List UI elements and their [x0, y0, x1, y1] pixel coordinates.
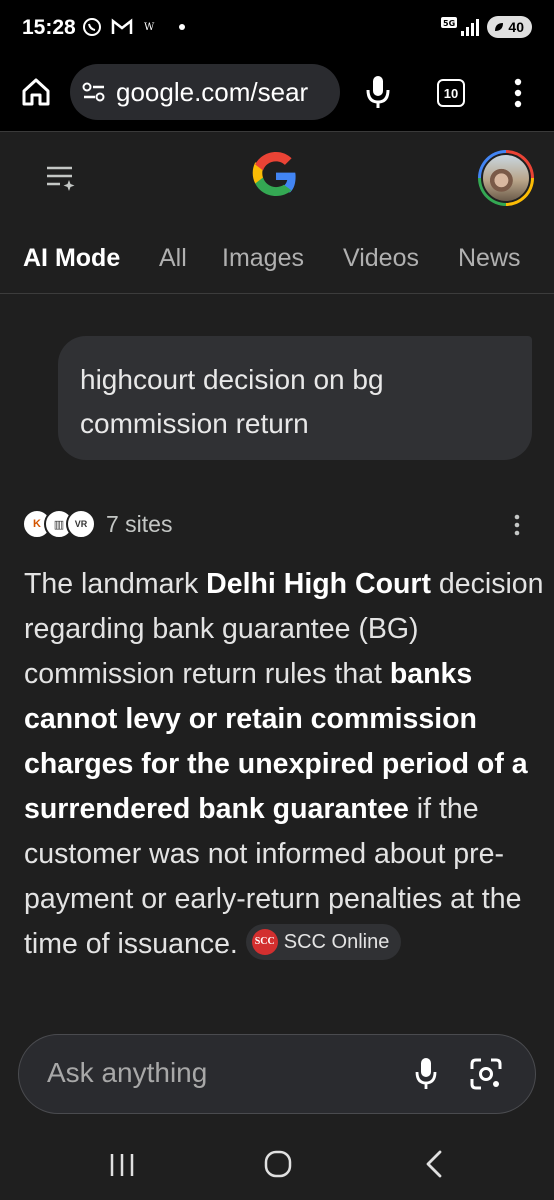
tab-news[interactable]: News — [458, 244, 521, 273]
sources-count: 7 sites — [106, 510, 173, 537]
tab-videos[interactable]: Videos — [343, 244, 419, 273]
sources-row[interactable]: K ▥ VR 7 sites — [22, 506, 172, 542]
citation-chip[interactable]: SCC SCC Online — [245, 924, 402, 961]
overflow-menu-icon[interactable] — [510, 78, 526, 108]
home-nav-icon[interactable] — [264, 1150, 292, 1178]
answer-text: The landmark — [24, 568, 207, 600]
url-text: google.com/sear — [116, 76, 309, 107]
user-query-text: highcourt decision on bg commission retu… — [80, 364, 384, 439]
google-logo-icon[interactable] — [252, 152, 300, 200]
answer-bold-text: Delhi High Court — [206, 568, 431, 600]
signal-5g-icon: 5G — [441, 17, 480, 36]
voice-search-icon[interactable] — [364, 74, 392, 110]
leaf-icon — [495, 23, 504, 31]
microphone-icon[interactable] — [415, 1057, 437, 1091]
tab-count: 10 — [443, 85, 459, 101]
ai-answer-text: The landmark Delhi High Court decision r… — [24, 562, 544, 967]
notification-icons: W — [82, 17, 185, 37]
more-options-icon[interactable] — [512, 514, 522, 536]
status-time: 15:28 — [22, 16, 76, 39]
address-bar[interactable]: google.com/sear — [70, 64, 340, 120]
tab-images[interactable]: Images — [222, 244, 304, 273]
tab-switcher-button[interactable]: 10 — [437, 79, 465, 107]
site-settings-icon[interactable] — [80, 78, 108, 106]
status-bar: 15:28 W 5G 40 — [0, 0, 554, 58]
history-menu-icon[interactable] — [44, 160, 78, 194]
tab-ai-mode[interactable]: AI Mode — [23, 244, 120, 273]
back-icon[interactable] — [424, 1150, 444, 1178]
status-right: 5G 40 — [441, 16, 532, 38]
battery-indicator: 40 — [487, 16, 532, 38]
lens-camera-icon[interactable] — [469, 1057, 503, 1091]
recents-icon[interactable] — [108, 1152, 136, 1178]
more-notifications-dot — [179, 24, 185, 30]
tab-all[interactable]: All — [159, 244, 187, 273]
svg-text:W: W — [144, 22, 155, 33]
system-navigation-bar — [0, 1130, 554, 1200]
gmail-icon — [111, 18, 133, 34]
search-mode-tabs: AI Mode All Images Videos News — [0, 236, 554, 294]
user-query-bubble: highcourt decision on bg commission retu… — [58, 336, 532, 460]
google-header — [0, 132, 554, 228]
home-icon[interactable] — [20, 76, 52, 108]
scc-logo-icon: SCC — [251, 929, 278, 956]
ask-input-placeholder[interactable]: Ask anything — [47, 1057, 207, 1089]
ask-input-bar[interactable]: Ask anything — [18, 1034, 536, 1114]
source-favicon: VR — [66, 509, 96, 539]
app-notification-icon: W — [144, 22, 155, 33]
citation-label: SCC Online — [283, 931, 390, 954]
svg-text:5G: 5G — [443, 19, 455, 28]
avatar-photo — [481, 153, 531, 203]
whatsapp-icon — [83, 18, 101, 36]
account-avatar[interactable] — [478, 150, 534, 206]
browser-toolbar: google.com/sear 10 — [0, 58, 554, 132]
battery-level: 40 — [508, 19, 524, 35]
